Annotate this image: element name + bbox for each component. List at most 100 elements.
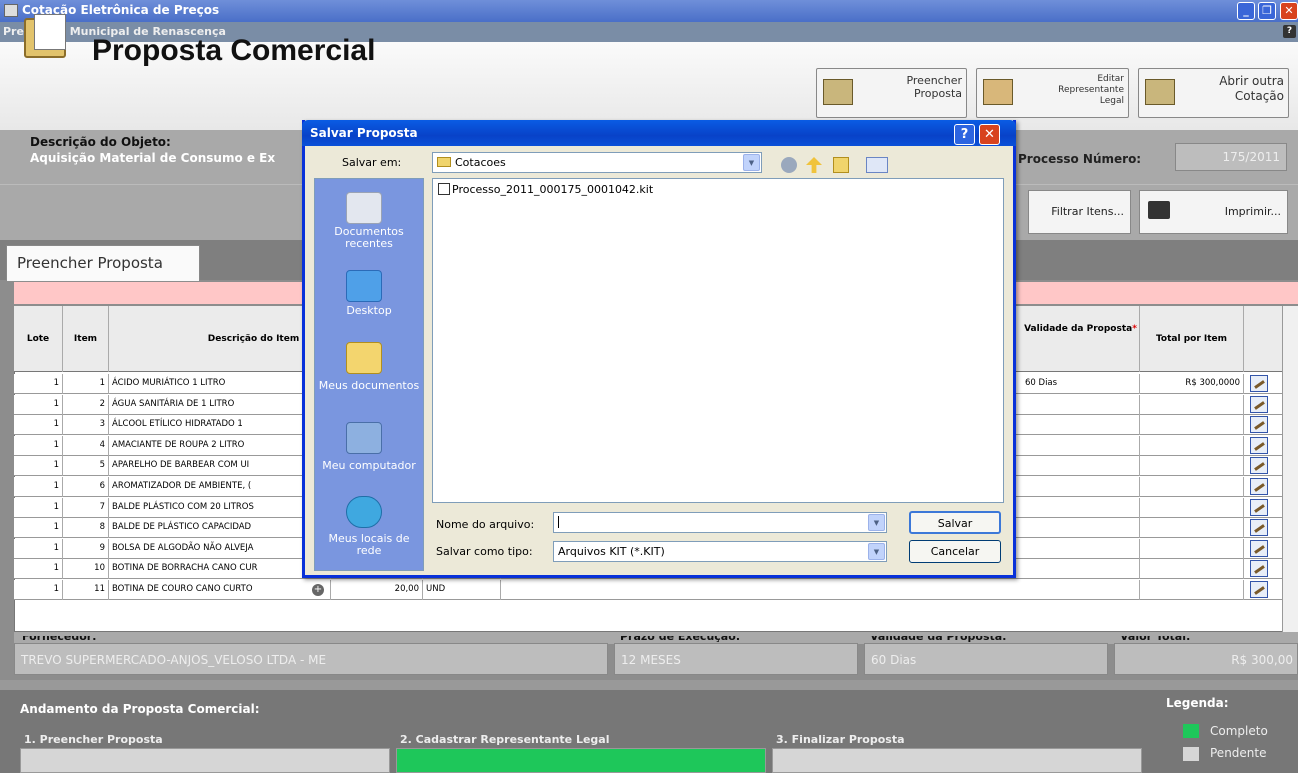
step-1-bar: [20, 748, 390, 773]
row-validade[interactable]: [1022, 518, 1140, 539]
my-documents-icon: [346, 342, 382, 374]
place-my-computer[interactable]: Meu computador: [314, 460, 424, 472]
expand-icon[interactable]: +: [312, 584, 324, 596]
page-title: Proposta Comercial: [92, 34, 376, 67]
file-type-select[interactable]: Arquivos KIT (*.KIT) ▼: [553, 541, 887, 562]
dialog-help-button[interactable]: ?: [954, 124, 975, 145]
edit-item-icon[interactable]: [1250, 560, 1268, 578]
filename-input[interactable]: ▼: [553, 512, 887, 533]
cancel-button[interactable]: Cancelar: [909, 540, 1001, 563]
row-lote: 1: [14, 374, 63, 394]
edit-item-icon[interactable]: [1250, 539, 1268, 557]
view-menu-icon[interactable]: [866, 157, 888, 173]
person-icon: [983, 79, 1013, 105]
step-2-label: 2. Cadastrar Representante Legal: [400, 733, 610, 746]
document-icon: [24, 14, 66, 58]
dialog-close-button[interactable]: ✕: [979, 124, 1000, 145]
edit-item-icon[interactable]: [1250, 581, 1268, 598]
row-validade[interactable]: [1022, 435, 1140, 456]
file-list[interactable]: [432, 178, 1004, 503]
print-label: Imprimir...: [1224, 205, 1281, 218]
save-button[interactable]: Salvar: [909, 511, 1001, 534]
place-network[interactable]: Meus locais de rede: [314, 533, 424, 557]
row-item: 10: [63, 559, 109, 580]
col-total[interactable]: Total por Item: [1140, 306, 1244, 372]
row-validade[interactable]: [1022, 559, 1140, 580]
maximize-button[interactable]: ❐: [1258, 2, 1276, 20]
desktop-icon: [346, 270, 382, 302]
step-3-bar: [772, 748, 1142, 773]
edit-item-icon[interactable]: [1250, 498, 1268, 516]
row-description: BALDE DE PLÁSTICO CAPACIDAD: [109, 518, 331, 539]
abrir-outra-cotacao-button[interactable]: Abrir outra Cotação: [1138, 68, 1289, 118]
chevron-down-icon[interactable]: ▼: [743, 154, 760, 171]
row-validade[interactable]: 60 Dias: [1022, 374, 1140, 394]
chevron-down-icon[interactable]: ▼: [868, 514, 885, 531]
row-total: [1140, 456, 1244, 477]
row-lote: 1: [14, 394, 63, 415]
form-icon: [823, 79, 853, 105]
save-in-combo[interactable]: Cotacoes ▼: [432, 152, 762, 173]
file-type-value: Arquivos KIT (*.KIT): [558, 545, 665, 558]
file-type-label: Salvar como tipo:: [436, 545, 533, 558]
row-quantity: 20,00: [331, 580, 423, 600]
place-recent-documents[interactable]: Documentos recentes: [314, 226, 424, 250]
col-validade[interactable]: Validade da Proposta*: [1022, 306, 1140, 372]
row-item: 6: [63, 477, 109, 497]
tab-preencher-proposta[interactable]: Preencher Proposta: [6, 245, 200, 281]
row-validade[interactable]: [1022, 415, 1140, 436]
step-3-label: 3. Finalizar Proposta: [776, 733, 905, 746]
legend-title: Legenda:: [1166, 696, 1229, 710]
col-lote[interactable]: Lote: [14, 306, 63, 372]
supplier-field: TREVO SUPERMERCADO-ANJOS_VELOSO LTDA - M…: [14, 643, 608, 675]
required-marker: *: [1132, 324, 1137, 334]
back-icon[interactable]: [781, 157, 797, 173]
filename-label: Nome do arquivo:: [436, 518, 535, 531]
step-2-bar: [396, 748, 766, 773]
chevron-down-icon[interactable]: ▼: [868, 543, 885, 560]
filter-items-button[interactable]: Filtrar Itens...: [1028, 190, 1131, 234]
edit-item-icon[interactable]: [1250, 478, 1268, 495]
place-desktop[interactable]: Desktop: [314, 305, 424, 317]
row-description: BOTINA DE BORRACHA CANO CUR: [109, 559, 331, 580]
edit-item-icon[interactable]: [1250, 395, 1268, 413]
row-validade[interactable]: [1022, 497, 1140, 518]
preencher-proposta-button[interactable]: Preencher Proposta: [816, 68, 967, 118]
row-description: APARELHO DE BARBEAR COM UI: [109, 456, 331, 477]
row-validade[interactable]: [1022, 477, 1140, 497]
edit-item-icon[interactable]: [1250, 416, 1268, 434]
row-validade[interactable]: [1022, 580, 1140, 600]
row-validade[interactable]: [1022, 394, 1140, 415]
row-validade[interactable]: [1022, 456, 1140, 477]
close-button[interactable]: ✕: [1280, 2, 1298, 20]
file-item[interactable]: Processo_2011_000175_0001042.kit: [438, 183, 653, 196]
table-scrollbar[interactable]: [1282, 306, 1298, 632]
print-button[interactable]: Imprimir...: [1139, 190, 1288, 234]
description-text: Aquisição Material de Consumo e Ex: [30, 151, 276, 165]
help-icon[interactable]: ?: [1283, 25, 1296, 38]
editar-representante-button[interactable]: Editar Representante Legal: [976, 68, 1129, 118]
edit-item-icon[interactable]: [1250, 436, 1268, 454]
total-field: R$ 300,00: [1114, 643, 1298, 675]
recent-documents-icon: [346, 192, 382, 224]
col-item[interactable]: Item: [63, 306, 109, 372]
legend-complete-swatch: [1183, 724, 1199, 738]
process-number-label: Processo Número:: [1018, 152, 1142, 166]
row-description: BOLSA DE ALGODÃO NÃO ALVEJA: [109, 538, 331, 559]
row-description: BOTINA DE COURO CANO CURTO: [109, 580, 331, 600]
row-total: [1140, 435, 1244, 456]
new-folder-icon[interactable]: [833, 157, 849, 173]
place-my-documents[interactable]: Meus documentos: [314, 380, 424, 392]
row-validade[interactable]: [1022, 538, 1140, 559]
edit-item-icon[interactable]: [1250, 457, 1268, 475]
edit-item-icon[interactable]: [1250, 519, 1268, 537]
legend-pending-swatch: [1183, 747, 1199, 761]
row-lote: 1: [14, 538, 63, 559]
minimize-button[interactable]: _: [1237, 2, 1255, 20]
row-item: 7: [63, 497, 109, 518]
row-description: ÁCIDO MURIÁTICO 1 LITRO: [109, 374, 331, 394]
edit-item-icon[interactable]: [1250, 375, 1268, 392]
row-item: 4: [63, 435, 109, 456]
folder-icon: [1145, 79, 1175, 105]
table-row[interactable]: 1 11 BOTINA DE COURO CANO CURTO 20,00 UND +: [14, 580, 1284, 600]
